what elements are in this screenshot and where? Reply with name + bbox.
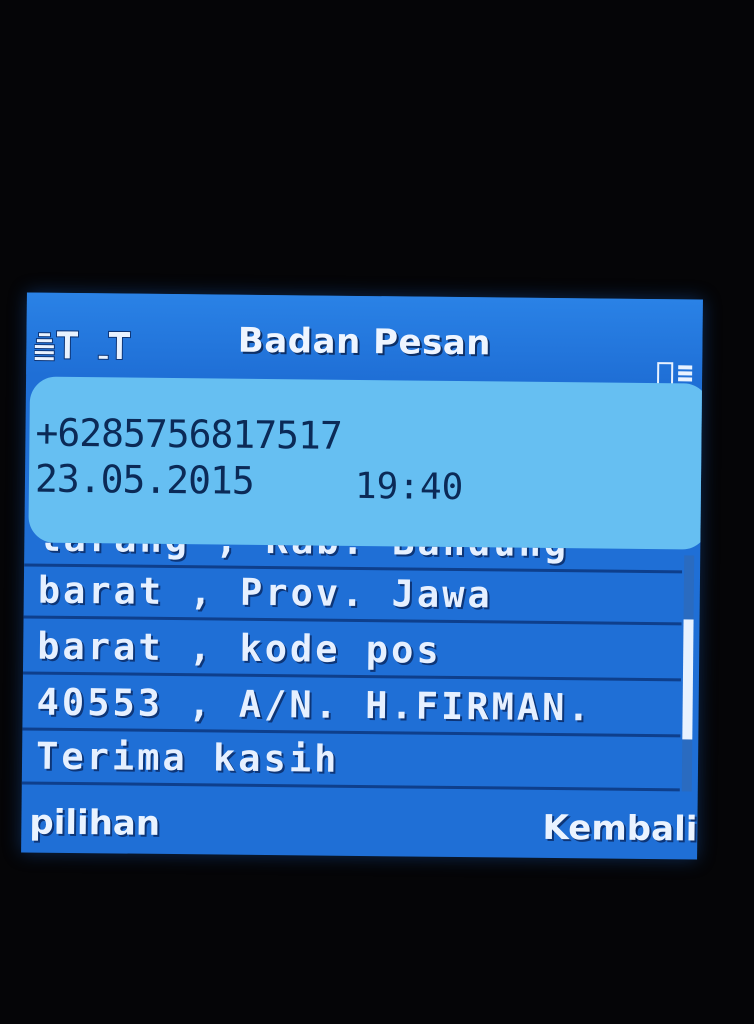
message-line: barat , kode pos <box>22 618 682 682</box>
message-line: 40553 , A/N. H.FIRMAN. <box>22 674 681 738</box>
message-time: 19:40 <box>354 465 464 509</box>
screen-title: Badan Pesan <box>237 320 492 364</box>
message-line: barat , Prov. Jawa <box>23 562 683 626</box>
phone-screen: Badan Pesan +6285756817517 23.05.2015 19… <box>21 292 703 860</box>
scroll-thumb[interactable] <box>682 619 694 740</box>
message-line: Terima kasih <box>21 728 681 792</box>
softkey-bar: pilihan Kembali <box>21 796 698 859</box>
title-bar: Badan Pesan <box>26 292 703 387</box>
message-date: 23.05.2015 <box>34 456 255 503</box>
options-softkey[interactable]: pilihan <box>29 803 160 844</box>
back-softkey[interactable]: Kembali <box>542 808 697 850</box>
message-body[interactable]: larang , Kab. Bandung barat , Prov. Jawa… <box>21 542 701 797</box>
sender-number: +6285756817517 <box>35 410 342 458</box>
